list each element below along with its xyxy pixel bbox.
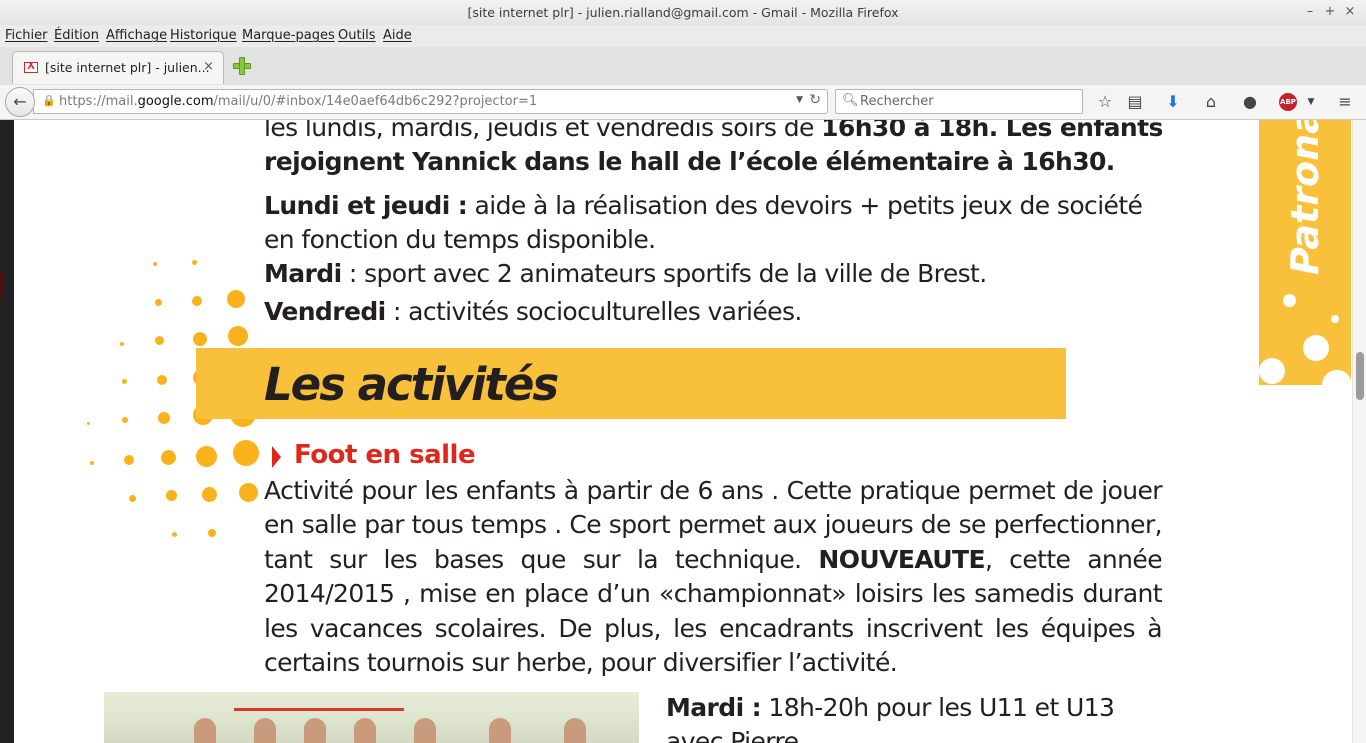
gmail-icon (24, 62, 38, 73)
back-button[interactable]: ← (5, 87, 35, 117)
para-line-2: en salle par tous temps . Ce sport perme… (264, 510, 1163, 539)
tab-gmail[interactable]: [site internet plr] - julien... × (12, 51, 224, 84)
url-bar[interactable]: 🔒 https://mail.google.com/mail/u/0/#inbo… (33, 89, 828, 114)
decor-dot (87, 422, 90, 425)
tab-bar: [site internet plr] - julien... × (0, 47, 1366, 86)
adblock-dropdown-icon[interactable]: ▼ (1300, 91, 1322, 113)
menu-historique[interactable]: Historique (170, 28, 237, 43)
search-icon: 🔍︎ (842, 93, 859, 108)
menu-bar: Fichier Édition Affichage Historique Mar… (0, 25, 1366, 47)
reload-icon[interactable]: ↻ (809, 92, 821, 108)
decor-dot (90, 461, 94, 465)
decor-dot (155, 299, 162, 306)
decor-dot (166, 490, 177, 501)
search-placeholder: Rechercher (860, 94, 934, 109)
back-arrow-icon: ← (13, 92, 27, 111)
adblock-plus-icon[interactable]: ABP (1279, 93, 1297, 111)
decor-dot (157, 375, 167, 385)
url-dropdown-icon[interactable]: ▼ (796, 95, 803, 105)
lundi-line-2: en fonction du temps disponible. (264, 225, 656, 254)
decor-dot (120, 342, 124, 346)
vendredi-line: Vendredi : activités socioculturelles va… (264, 297, 802, 326)
schedule-line: Mardi : 18h-20h pour les U11 et U13 (666, 693, 1115, 722)
side-banner: Patronage (1259, 120, 1351, 385)
decor-dot (192, 296, 202, 306)
decor-dot (161, 450, 176, 465)
decor-dot (122, 379, 127, 384)
menu-affichage[interactable]: Affichage (106, 28, 167, 43)
decor-dot (202, 487, 217, 502)
decor-dot (233, 440, 259, 466)
section-title: Les activités (264, 358, 559, 411)
menu-fichier[interactable]: Fichier (5, 28, 48, 43)
decor-dot (192, 260, 197, 265)
para-line-6: certains tournois sur herbe, pour divers… (264, 648, 898, 677)
decor-dot (239, 483, 258, 502)
decor-dot (208, 529, 216, 537)
minimize-button[interactable]: – (1302, 4, 1318, 19)
lock-icon: 🔒 (42, 94, 56, 107)
decor-dot (193, 332, 207, 346)
intro-line-1: les lundis, mardis, jeudis et vendredis … (264, 120, 1163, 142)
tab-close-button[interactable]: × (203, 59, 214, 74)
menu-outils[interactable]: Outils (338, 28, 376, 43)
decor-dot (153, 262, 157, 266)
document-viewer: les lundis, mardis, jeudis et vendredis … (0, 120, 1366, 743)
para-line-3: tant sur les bases que sur la technique.… (264, 545, 1163, 574)
subhead-marker-icon (272, 446, 281, 468)
menu-marque-pages[interactable]: Marque-pages (242, 28, 335, 43)
menu-hamburger-icon[interactable]: ≡ (1334, 91, 1356, 113)
navigation-bar: 🔒 https://mail.google.com/mail/u/0/#inbo… (0, 85, 1366, 120)
mardi-line: Mardi : sport avec 2 animateurs sportifs… (264, 259, 987, 288)
url-text: https://mail.google.com/mail/u/0/#inbox/… (59, 94, 538, 109)
new-tab-button[interactable] (233, 57, 251, 75)
schedule-line-2: avec Pierre (666, 727, 799, 743)
home-icon[interactable]: ⌂ (1200, 91, 1222, 113)
bookmark-star-icon[interactable]: ☆ (1094, 91, 1116, 113)
chat-icon[interactable]: ● (1239, 91, 1261, 113)
menu-aide[interactable]: Aide (383, 28, 412, 43)
team-photo (104, 692, 639, 743)
decor-dot (158, 412, 170, 424)
decor-dot (172, 532, 177, 537)
decor-dot (196, 446, 217, 467)
decor-dot (129, 495, 136, 502)
decor-dot (155, 336, 164, 345)
scrollbar-thumb[interactable] (1356, 352, 1364, 400)
decor-dot (124, 455, 134, 465)
vertical-scrollbar[interactable] (1352, 120, 1366, 743)
maximize-button[interactable]: + (1322, 4, 1338, 19)
window-titlebar: [site internet plr] - julien.rialland@gm… (0, 0, 1366, 25)
menu-edition[interactable]: Édition (54, 28, 99, 43)
decor-dot (122, 417, 128, 423)
sub-title: Foot en salle (294, 440, 476, 470)
para-line-4: 2014/2015 , mise en place d’un «champion… (264, 579, 1163, 608)
lundi-line: Lundi et jeudi : aide à la réalisation d… (264, 191, 1143, 220)
viewer-left-edge (0, 120, 14, 743)
para-line-5: les vacances scolaires. De plus, les enc… (264, 614, 1163, 643)
downloads-icon[interactable]: ⬇ (1162, 91, 1184, 113)
search-bar[interactable]: 🔍︎ Rechercher (835, 89, 1083, 114)
decor-dot (227, 290, 245, 308)
side-banner-text: Patronage (1283, 120, 1327, 275)
intro-line-2: rejoignent Yannick dans le hall de l’éco… (264, 147, 1115, 176)
bookmarks-list-icon[interactable]: ▤ (1124, 91, 1146, 113)
para-line-1: Activité pour les enfants à partir de 6 … (264, 476, 1163, 505)
window-title: [site internet plr] - julien.rialland@gm… (467, 5, 899, 20)
close-window-button[interactable]: × (1342, 4, 1358, 19)
tab-title: [site internet plr] - julien... (45, 60, 210, 75)
decor-dot (228, 326, 248, 346)
